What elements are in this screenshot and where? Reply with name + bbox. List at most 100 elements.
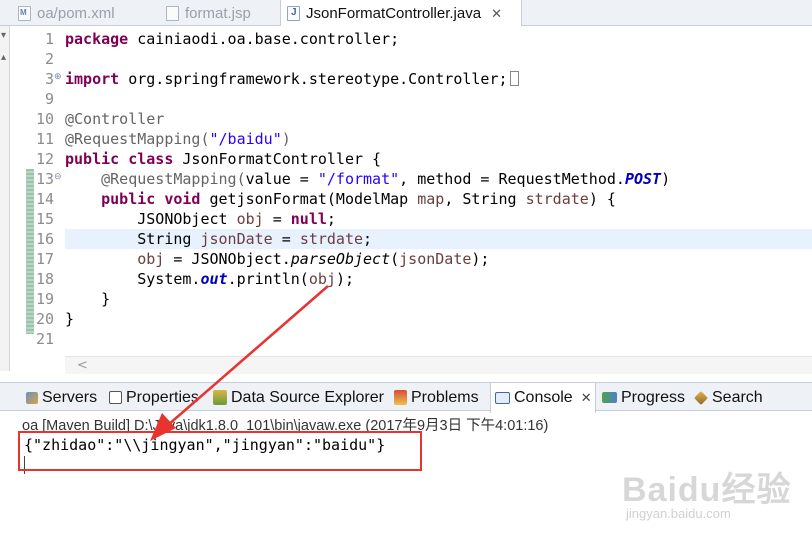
code-line-3: import org.springframework.stereotype.Co… [65, 69, 812, 89]
tab-label: Data Source Explorer [231, 388, 384, 406]
maven-file-icon [18, 5, 31, 21]
horizontal-scrollbar[interactable]: < [65, 356, 812, 374]
code-text: ( [390, 250, 400, 268]
local-variable: obj [137, 250, 165, 268]
progress-icon [602, 392, 617, 403]
static-field: out [200, 270, 228, 288]
code-text: value = [245, 170, 318, 188]
code-text: JsonFormatController { [173, 150, 382, 168]
code-text: String [137, 230, 201, 248]
code-text: .println( [227, 270, 309, 288]
code-text: , String [444, 190, 526, 208]
keyword: public [101, 190, 156, 208]
tab-servers[interactable]: Servers [26, 383, 97, 412]
code-line-12: public class JsonFormatController { [65, 149, 812, 169]
close-console-tab-icon[interactable]: ✕ [581, 390, 592, 406]
line-number: 20 [35, 310, 54, 328]
code-text: = JSONObject. [164, 250, 291, 268]
code-text: JSONObject [137, 210, 237, 228]
expand-fold-icon[interactable]: ⊕ [54, 67, 62, 87]
baidu-watermark: Baidu经验 jingyan.baidu.com [622, 462, 802, 532]
line-number: 10 [35, 110, 54, 128]
chevron-up-icon[interactable]: ▴ [1, 52, 6, 63]
static-field: POST [624, 170, 662, 188]
tab-jsonformatcontroller[interactable]: JsonFormatController.java ✕ [280, 0, 522, 27]
code-editor[interactable]: 1 2 3 ⊕ 9 10 11 12 13 ⊖ 14 15 16 17 18 1… [10, 26, 812, 378]
code-text: ) [661, 170, 671, 188]
problems-icon [394, 390, 407, 405]
annotation: @Controller [65, 110, 165, 128]
tab-label: Progress [621, 388, 686, 406]
code-line-11: @RequestMapping("/baidu") [65, 129, 812, 149]
static-method: parseObject [290, 250, 391, 268]
tab-pom-xml[interactable]: oa/pom.xml [12, 0, 147, 26]
tab-label: format.jsp [185, 4, 251, 22]
code-line-14: public void getjsonFormat(ModelMap map, … [65, 189, 812, 209]
tab-problems[interactable]: Problems [394, 383, 479, 412]
code-text: ; [326, 210, 336, 228]
tab-format-jsp[interactable]: format.jsp [160, 0, 280, 26]
code-line-10: @Controller [65, 109, 812, 129]
code-text: = [263, 210, 291, 228]
parameter: map [417, 190, 445, 208]
line-number: 13 [35, 170, 54, 188]
data-source-explorer-icon [213, 390, 227, 405]
parameter: strdate [299, 230, 364, 248]
code-line-13: @RequestMapping(value = "/format", metho… [65, 169, 812, 189]
local-variable: jsonDate [200, 230, 273, 248]
annotation: ) [281, 130, 291, 148]
local-variable: obj [236, 210, 264, 228]
line-number-gutter: 1 2 3 ⊕ 9 10 11 12 13 ⊖ 14 15 16 17 18 1… [10, 26, 64, 378]
chevron-down-icon[interactable]: ▾ [1, 30, 6, 41]
code-lines: package cainiaodi.oa.base.controller; im… [65, 29, 812, 349]
annotation: @RequestMapping( [65, 130, 210, 148]
watermark-url: jingyan.baidu.com [626, 506, 731, 521]
line-number: 9 [44, 90, 54, 108]
jsp-file-icon [166, 5, 179, 21]
scroll-left-icon[interactable]: < [77, 357, 88, 375]
left-view-strip: ▾ ▴ [0, 26, 10, 371]
keyword: class [128, 150, 174, 168]
tab-console[interactable]: Console ✕ [490, 383, 596, 413]
tab-label: Search [712, 388, 763, 406]
view-tab-bar: Servers Properties Data Source Explorer … [0, 382, 812, 413]
tab-label: Servers [42, 388, 98, 406]
line-number: 18 [35, 270, 54, 288]
keyword: package [65, 30, 129, 48]
code-text: org.springframework.stereotype.Controlle… [119, 70, 508, 88]
collapse-fold-icon[interactable]: ⊖ [54, 167, 62, 187]
code-text: ; [363, 230, 373, 248]
tab-properties[interactable]: Properties [109, 383, 199, 412]
collapsed-imports-marker[interactable] [509, 71, 519, 86]
annotation: @RequestMapping( [101, 170, 246, 188]
close-tab-icon[interactable]: ✕ [491, 6, 502, 22]
code-line-17: obj = JSONObject.parseObject(jsonDate); [65, 249, 812, 269]
line-number: 12 [35, 150, 54, 168]
tab-data-source-explorer[interactable]: Data Source Explorer [213, 383, 384, 412]
tab-label: Console [514, 389, 573, 406]
line-number: 11 [35, 130, 54, 148]
code-text: = [272, 230, 300, 248]
code-line-18: System.out.println(obj); [65, 269, 812, 289]
console-icon [495, 392, 510, 404]
tab-label: oa/pom.xml [37, 4, 115, 22]
line-number: 15 [35, 210, 54, 228]
highlight-box [18, 431, 422, 471]
code-text: } [65, 310, 75, 328]
line-number: 1 [44, 30, 54, 48]
watermark-logo-text: Baidu经验 [622, 471, 792, 509]
line-number: 19 [35, 290, 54, 308]
code-line-15: JSONObject obj = null; [65, 209, 812, 229]
line-number: 17 [35, 250, 54, 268]
search-icon [694, 390, 708, 405]
tab-progress[interactable]: Progress [602, 383, 685, 412]
string-literal: "/baidu" [209, 130, 282, 148]
keyword: import [65, 70, 120, 88]
properties-icon [109, 391, 122, 404]
code-text: ); [471, 250, 490, 268]
tab-search[interactable]: Search [694, 383, 763, 412]
code-text: , method = RequestMethod. [399, 170, 625, 188]
keyword: null [290, 210, 327, 228]
